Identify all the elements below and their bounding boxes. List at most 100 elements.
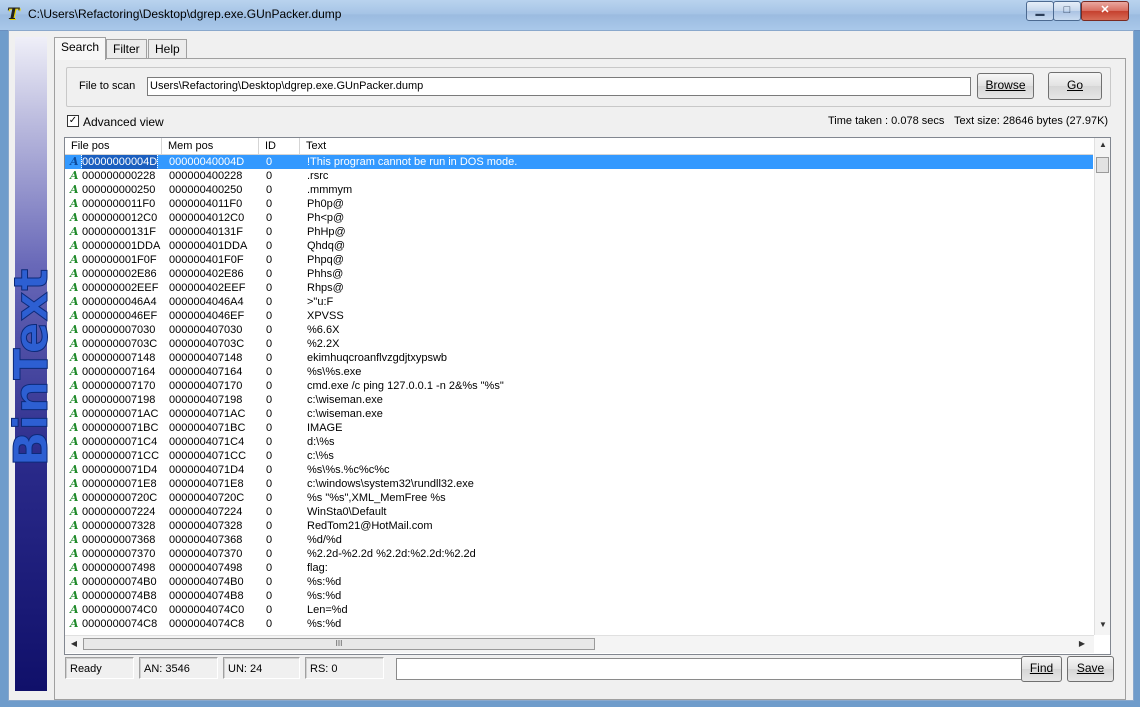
column-file-pos[interactable]: File pos [65, 138, 162, 154]
mem-pos-cell: 0000004071AC [169, 408, 246, 420]
id-cell: 0 [266, 548, 273, 560]
mem-pos-cell: 000000407328 [169, 520, 243, 532]
list-row[interactable]: A 0000000012C0 0000004012C0 0 Ph<p@ [65, 211, 1093, 225]
ascii-string-icon: A [70, 421, 79, 434]
list-row[interactable]: A 0000000074C0 0000004074C0 0 Len=%d [65, 603, 1093, 617]
id-cell: 0 [266, 310, 273, 322]
list-row[interactable]: A 0000000071D4 0000004071D4 0 %s\%s.%c%c%c [65, 463, 1093, 477]
save-button[interactable]: Save [1067, 656, 1114, 682]
mem-pos-cell: 000000407368 [169, 534, 243, 546]
scroll-down-icon[interactable]: ▼ [1098, 620, 1108, 629]
status-rs: RS: 0 [305, 657, 384, 679]
minimize-button[interactable]: ▁ [1026, 1, 1054, 21]
list-row[interactable]: A 0000000071AC 0000004071AC 0 c:\wiseman.exe [65, 407, 1093, 421]
scroll-left-icon[interactable]: ◀ [69, 639, 79, 648]
text-size-text: Text size: 28646 bytes (27.97K) [954, 115, 1109, 127]
search-panel: File to scan Users\Refactoring\Desktop\d… [54, 58, 1126, 700]
list-row[interactable]: A 00000000720C 00000040720C 0 %s "%s",XML_Me… [65, 491, 1093, 505]
file-pos-cell: 000000000228 [82, 170, 156, 182]
list-row[interactable]: A 00000000703C 00000040703C 0 %2.2X [65, 337, 1093, 351]
horizontal-scroll-thumb[interactable]: III [83, 638, 595, 650]
ascii-string-icon: A [70, 365, 79, 378]
column-id[interactable]: ID [259, 138, 300, 154]
id-cell: 0 [266, 604, 273, 616]
file-pos-cell: 0000000074B8 [82, 590, 157, 602]
column-mem-pos[interactable]: Mem pos [162, 138, 259, 154]
go-label: Go [1066, 78, 1083, 92]
list-row[interactable]: A 000000002EEF 000000402EEF 0 Rhps@ [65, 281, 1093, 295]
ascii-string-icon: A [70, 239, 79, 252]
maximize-button[interactable]: □ [1053, 1, 1081, 21]
list-row[interactable]: A 0000000074B0 0000004074B0 0 %s:%d [65, 575, 1093, 589]
bintext-banner: BinText [4, 37, 59, 691]
list-row[interactable]: A 000000007328 000000407328 0 RedTom21@HotMa… [65, 519, 1093, 533]
list-row[interactable]: A 000000001DDA 000000401DDA 0 Qhdq@ [65, 239, 1093, 253]
tab-help[interactable]: Help [148, 39, 187, 59]
ascii-string-icon: A [70, 519, 79, 532]
list-row[interactable]: A 000000007198 000000407198 0 c:\wiseman.exe [65, 393, 1093, 407]
file-pos-cell: 0000000012C0 [82, 212, 158, 224]
column-text[interactable]: Text [300, 138, 1093, 154]
vertical-scroll-thumb[interactable] [1096, 157, 1109, 173]
file-to-scan-input[interactable]: Users\Refactoring\Desktop\dgrep.exe.GUnP… [147, 77, 971, 96]
file-pos-cell: 000000007148 [82, 352, 156, 364]
list-row[interactable]: A 0000000074C8 0000004074C8 0 %s:%d [65, 617, 1093, 631]
close-button[interactable]: ✕ [1081, 1, 1129, 21]
text-cell: flag: [307, 562, 328, 574]
vertical-scrollbar[interactable]: ▲ ▼ [1094, 138, 1110, 635]
mem-pos-cell: 00000040703C [169, 338, 245, 350]
list-row[interactable]: A 000000002E86 000000402E86 0 Phhs@ [65, 267, 1093, 281]
browse-button[interactable]: Browse [977, 73, 1034, 99]
list-row[interactable]: A 00000000131F 00000040131F 0 PhHp@ [65, 225, 1093, 239]
advanced-view-checkbox[interactable]: ✓ [67, 115, 79, 127]
list-row[interactable]: A 000000007030 000000407030 0 %6.6X [65, 323, 1093, 337]
list-row[interactable]: A 00000000004D 00000040004D 0 !This program … [65, 155, 1093, 170]
title-bar[interactable]: T C:\Users\Refactoring\Desktop\dgrep.exe… [0, 0, 1140, 31]
scroll-right-icon[interactable]: ▶ [1077, 639, 1087, 648]
list-row[interactable]: A 000000001F0F 000000401F0F 0 Phpq@ [65, 253, 1093, 267]
list-row[interactable]: A 0000000046A4 0000004046A4 0 >"u:F [65, 295, 1093, 309]
list-row[interactable]: A 000000000250 000000400250 0 .mmmym [65, 183, 1093, 197]
ascii-string-icon: A [70, 617, 79, 630]
strings-list[interactable]: File pos Mem pos ID Text A 00000000004D 00… [64, 137, 1111, 655]
list-row[interactable]: A 000000007368 000000407368 0 %d/%d [65, 533, 1093, 547]
list-row[interactable]: A 000000007370 000000407370 0 %2.2d-%2.2d %2… [65, 547, 1093, 561]
list-row[interactable]: A 0000000071CC 0000004071CC 0 c:\%s [65, 449, 1093, 463]
text-cell: Phpq@ [307, 254, 344, 266]
mem-pos-cell: 0000004074C0 [169, 604, 245, 616]
status-find-input[interactable] [396, 658, 1025, 680]
list-row[interactable]: A 0000000074B8 0000004074B8 0 %s:%d [65, 589, 1093, 603]
file-pos-cell: 000000007370 [82, 548, 156, 560]
id-cell: 0 [266, 282, 273, 294]
id-cell: 0 [266, 436, 273, 448]
id-cell: 0 [266, 506, 273, 518]
list-row[interactable]: A 000000007498 000000407498 0 flag: [65, 561, 1093, 575]
file-pos-cell: 000000007224 [82, 506, 156, 518]
list-row[interactable]: A 0000000071C4 0000004071C4 0 d:\%s [65, 435, 1093, 449]
list-row[interactable]: A 0000000071E8 0000004071E8 0 c:\windows\sys… [65, 477, 1093, 491]
list-row[interactable]: A 0000000011F0 0000004011F0 0 Ph0p@ [65, 197, 1093, 211]
list-row[interactable]: A 0000000071BC 0000004071BC 0 IMAGE [65, 421, 1093, 435]
find-button[interactable]: Find [1021, 656, 1062, 682]
mem-pos-cell: 0000004074B8 [169, 590, 244, 602]
tab-search[interactable]: Search [54, 37, 107, 60]
list-row[interactable]: A 0000000046EF 0000004046EF 0 XPVSS [65, 309, 1093, 323]
ascii-string-icon: A [70, 407, 79, 420]
time-taken-text: Time taken : 0.078 secs [828, 115, 945, 127]
advanced-view-label[interactable]: Advanced view [83, 115, 164, 129]
go-button[interactable]: Go [1048, 72, 1102, 100]
horizontal-scrollbar[interactable]: ◀ III ▶ [65, 635, 1094, 653]
list-row[interactable]: A 000000007170 000000407170 0 cmd.exe /c pin… [65, 379, 1093, 393]
ascii-string-icon: A [70, 253, 79, 266]
mem-pos-cell: 000000402EEF [169, 282, 246, 294]
list-row[interactable]: A 000000000228 000000400228 0 .rsrc [65, 169, 1093, 183]
app-icon: T [7, 4, 19, 23]
list-row[interactable]: A 000000007224 000000407224 0 WinSta0\Defaul… [65, 505, 1093, 519]
tab-filter[interactable]: Filter [106, 39, 147, 59]
mem-pos-cell: 0000004046EF [169, 310, 245, 322]
text-cell: XPVSS [307, 310, 344, 322]
list-row[interactable]: A 000000007164 000000407164 0 %s\%s.exe [65, 365, 1093, 379]
list-row[interactable]: A 000000007148 000000407148 0 ekimhuqcroanfl… [65, 351, 1093, 365]
id-cell: 0 [266, 380, 273, 392]
scroll-up-icon[interactable]: ▲ [1098, 140, 1108, 149]
